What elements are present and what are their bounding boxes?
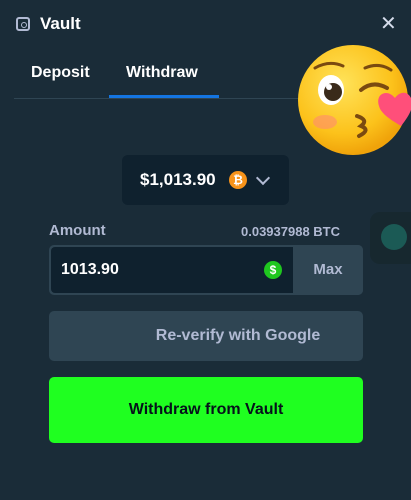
kissing-face-emoji-icon <box>298 45 411 155</box>
amount-label: Amount <box>49 222 106 239</box>
active-tab-indicator <box>109 95 219 98</box>
currency-value: $1,013.90 <box>140 170 216 189</box>
bitcoin-icon: ₿ <box>229 171 247 189</box>
withdraw-from-vault-button[interactable]: Withdraw from Vault <box>49 377 363 443</box>
chevron-down-icon <box>255 170 271 186</box>
currency-selector[interactable]: $1,013.90 ₿ <box>122 155 289 205</box>
close-icon[interactable]: ✕ <box>380 12 397 36</box>
side-toggle-icon[interactable] <box>370 212 411 264</box>
dollar-icon: $ <box>264 261 282 279</box>
vault-icon <box>16 17 30 31</box>
modal-title: Vault <box>40 14 81 33</box>
tab-deposit[interactable]: Deposit <box>31 64 90 82</box>
tab-withdraw[interactable]: Withdraw <box>126 64 198 82</box>
max-button[interactable]: Max <box>293 245 363 295</box>
amount-input[interactable] <box>51 247 293 293</box>
amount-field-group: $ Max <box>49 245 363 295</box>
crypto-equivalent: 0.03937988 BTC <box>241 224 341 239</box>
reverify-google-button[interactable]: Re-verify with Google <box>49 311 363 361</box>
reverify-label: Re-verify with Google <box>155 327 321 344</box>
